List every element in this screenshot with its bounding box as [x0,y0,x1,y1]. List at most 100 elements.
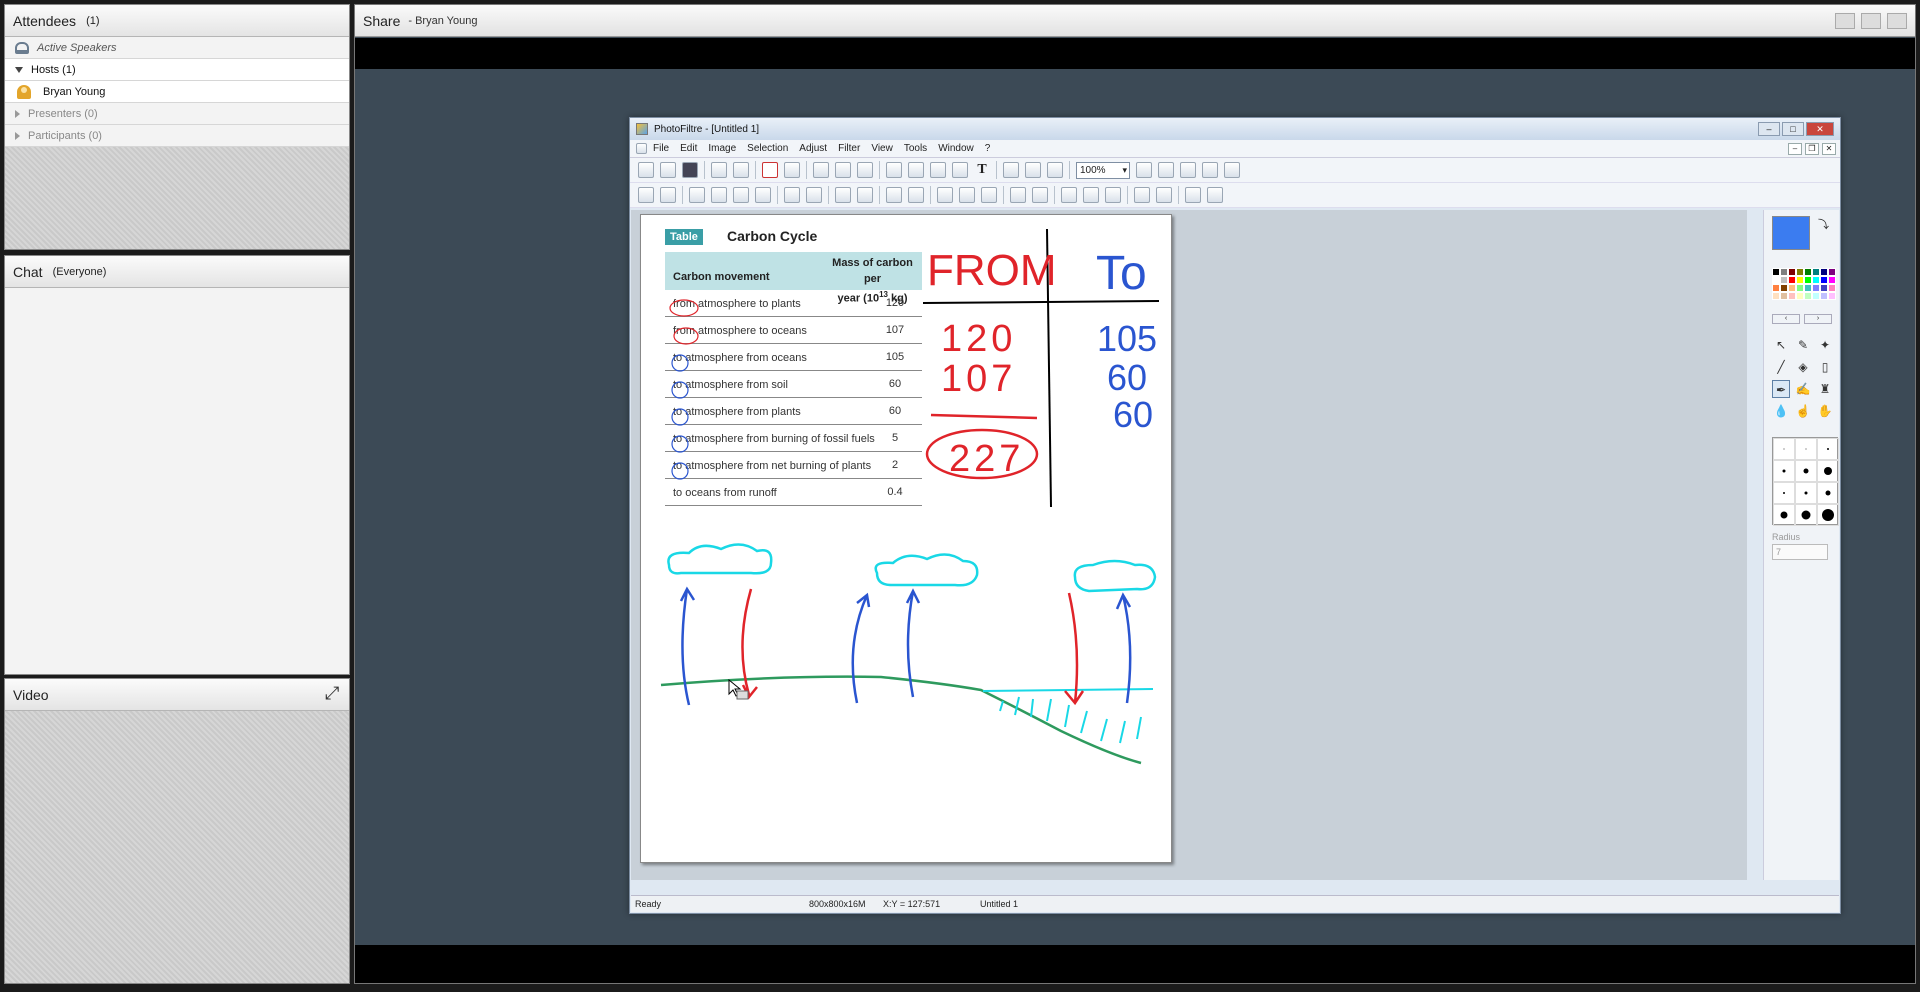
blur-icon[interactable] [937,187,953,203]
new-file-icon[interactable] [638,162,654,178]
layer-icon[interactable] [1185,187,1201,203]
hand-tool-icon[interactable]: ✋ [1816,402,1834,420]
brush-size-3[interactable] [1817,438,1839,460]
sepia-icon[interactable] [908,187,924,203]
brush-size-1[interactable] [1773,438,1795,460]
smudge-tool-icon[interactable]: ☝ [1794,402,1812,420]
brush-size-9[interactable] [1817,482,1839,504]
filter-icon[interactable] [1003,162,1019,178]
minimize-icon[interactable]: – [1758,122,1780,136]
doc-close-icon[interactable]: ✕ [1822,142,1836,155]
close-icon[interactable]: ✕ [1806,122,1834,136]
stack-icon[interactable] [1207,187,1223,203]
spray-tool-icon[interactable]: ▯ [1816,358,1834,376]
radius-input[interactable]: 7 [1772,544,1828,560]
color-palette-icon[interactable] [1061,187,1077,203]
fit-width-icon[interactable] [1835,12,1855,29]
undo-icon[interactable] [762,162,778,178]
chat-scope[interactable]: (Everyone) [53,266,107,278]
menu-filter[interactable]: Filter [838,143,860,154]
fullscreen-view-icon[interactable] [1224,162,1240,178]
saturation-up-icon[interactable] [806,187,822,203]
hosts-group[interactable]: Hosts (1) [5,59,349,81]
menu-view[interactable]: View [871,143,893,154]
brush-size-10[interactable] [1773,504,1795,526]
brightness-up-icon[interactable] [711,187,727,203]
image-size-icon[interactable] [886,162,902,178]
flip-icon[interactable] [1105,187,1121,203]
auto-levels-icon[interactable] [638,187,654,203]
invert-icon[interactable] [1083,187,1099,203]
effects-icon[interactable] [1025,162,1041,178]
redo-icon[interactable] [784,162,800,178]
soften-icon[interactable] [981,187,997,203]
fullscreen-icon[interactable] [325,683,341,704]
brush-size-8[interactable] [1795,482,1817,504]
clone-stamp-icon[interactable]: ♜ [1816,380,1834,398]
brush-tool-icon[interactable]: ✒ [1772,380,1790,398]
pointer-tool-icon[interactable]: ↖ [1772,336,1790,354]
gamma-up-icon[interactable] [857,187,873,203]
auto-contrast-icon[interactable] [660,187,676,203]
menu-edit[interactable]: Edit [680,143,697,154]
swap-colors-icon[interactable]: ⤵ [1818,216,1829,232]
doc-restore-icon[interactable]: ❐ [1805,142,1819,155]
open-folder-icon[interactable] [660,162,676,178]
palette-prev-button[interactable]: ‹ [1772,314,1800,324]
doc-minimize-icon[interactable]: – [1788,142,1802,155]
foreground-color-swatch[interactable] [1772,216,1810,250]
brush-size-5[interactable] [1795,460,1817,482]
brush-size-2[interactable] [1795,438,1817,460]
expand-triangle-icon[interactable] [15,109,20,118]
eyedropper-tool-icon[interactable]: ✎ [1794,336,1812,354]
attendee-bryan-young[interactable]: Bryan Young [5,81,349,103]
menu-window[interactable]: Window [938,143,974,154]
brush-size-6[interactable] [1817,460,1839,482]
drop-icon[interactable] [1032,187,1048,203]
actual-pixels-icon[interactable] [1180,162,1196,178]
copy-icon[interactable] [835,162,851,178]
sharpen-icon[interactable] [959,187,975,203]
pf-titlebar[interactable]: PhotoFiltre - [Untitled 1] – □ ✕ [630,118,1840,140]
menu-selection[interactable]: Selection [747,143,788,154]
advanced-brush-icon[interactable]: ✍ [1794,380,1812,398]
brightness-down-icon[interactable] [689,187,705,203]
saturation-down-icon[interactable] [784,187,800,203]
browser-icon[interactable] [1047,162,1063,178]
actual-size-icon[interactable] [1861,12,1881,29]
fill-tool-icon[interactable]: ◈ [1794,358,1812,376]
brush-size-4[interactable] [1773,460,1795,482]
collapse-triangle-icon[interactable] [15,66,23,73]
grayscale-icon[interactable] [886,187,902,203]
text-tool-icon[interactable]: T [974,162,990,178]
fullscreen-share-icon[interactable] [1887,12,1907,29]
save-icon[interactable] [682,162,698,178]
contrast-up-icon[interactable] [755,187,771,203]
mirror-icon[interactable] [1134,187,1150,203]
emboss-icon[interactable] [1010,187,1026,203]
crop-icon[interactable] [930,162,946,178]
print-icon[interactable] [711,162,727,178]
scan-icon[interactable] [733,162,749,178]
brush-size-11[interactable] [1795,504,1817,526]
expand-triangle-icon[interactable] [15,131,20,140]
image-canvas[interactable]: Table Carbon Cycle Carbon movement Mass … [640,214,1172,863]
gamma-down-icon[interactable] [835,187,851,203]
chat-messages-area[interactable] [5,288,349,674]
paste-icon[interactable] [857,162,873,178]
blur-drop-tool-icon[interactable]: 💧 [1772,402,1790,420]
brush-size-12[interactable] [1817,504,1839,526]
zoom-out-icon[interactable] [1158,162,1174,178]
line-tool-icon[interactable]: ╱ [1772,358,1790,376]
fit-window-icon[interactable] [1202,162,1218,178]
color-palette[interactable] [1772,268,1836,308]
magic-wand-tool-icon[interactable]: ✦ [1816,336,1834,354]
brush-size-7[interactable] [1773,482,1795,504]
brush-size-grid[interactable] [1772,437,1839,526]
menu-image[interactable]: Image [708,143,736,154]
menu-tools[interactable]: Tools [904,143,927,154]
palette-next-button[interactable]: › [1804,314,1832,324]
participants-group[interactable]: Participants (0) [5,125,349,147]
transform-icon[interactable] [952,162,968,178]
rotate-icon[interactable] [1156,187,1172,203]
